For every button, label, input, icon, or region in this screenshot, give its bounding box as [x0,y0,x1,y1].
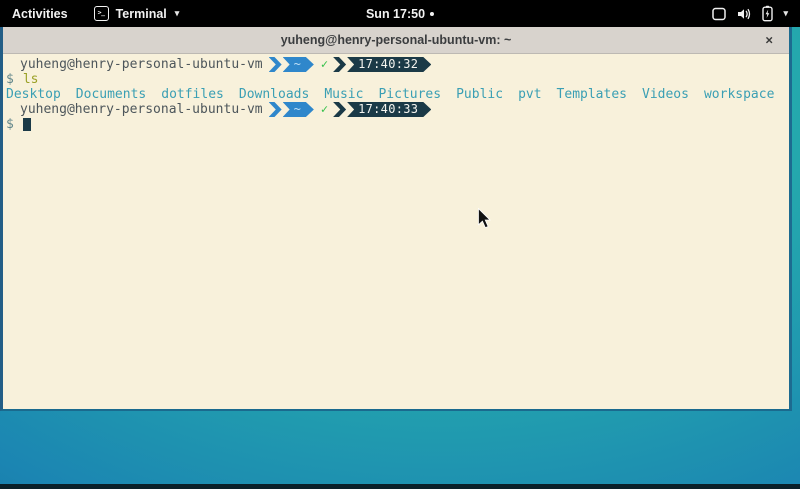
dir-entry: Music [324,87,363,102]
powerline-chevron-icon [333,57,346,72]
dir-entry: Downloads [239,87,309,102]
time-label: 17:40:33 [358,102,418,117]
powerline-chevron-icon [269,102,282,117]
cwd-segment: ~ [283,102,314,117]
terminal-content[interactable]: yuheng@henry-personal-ubuntu-vm ~ ✓ 17:4… [3,54,789,408]
close-button[interactable]: × [761,32,777,49]
terminal-icon-glyph: >_ [98,10,105,17]
dir-entry: Public [456,87,503,102]
battery-charging-icon [761,5,774,22]
prompt-symbol: $ [6,117,14,132]
terminal-window: yuheng@henry-personal-ubuntu-vm: ~ × yuh… [0,27,792,411]
chevron-down-icon: ▾ [175,9,180,18]
system-status-area[interactable]: ▾ [705,0,794,27]
dir-entry: Desktop [6,87,61,102]
dir-entry: Documents [76,87,146,102]
window-titlebar[interactable]: yuheng@henry-personal-ubuntu-vm: ~ × [3,27,789,54]
ls-output-line: Desktop Documents dotfiles Downloads Mus… [6,87,789,102]
prompt-line-2: yuheng@henry-personal-ubuntu-vm ~ ✓ 17:4… [6,102,789,117]
clock-label: Sun 17:50 [366,7,425,21]
chevron-down-icon: ▾ [783,9,788,18]
dir-entry: Videos [642,87,689,102]
prompt-symbol: $ [6,72,14,87]
volume-icon [736,6,752,22]
cwd-segment: ~ [283,57,314,72]
terminal-app-icon: >_ [94,6,109,21]
status-check-icon: ✓ [321,102,328,117]
dir-entry: Templates [557,87,627,102]
powerline-chevron-icon [333,102,346,117]
window-title: yuheng@henry-personal-ubuntu-vm: ~ [281,33,512,47]
screen-bottom-edge [0,484,800,489]
dir-entry: workspace [704,87,774,102]
dir-entry: dotfiles [161,87,224,102]
status-check-icon: ✓ [321,57,328,72]
activities-button[interactable]: Activities [6,0,74,27]
dir-entry: Pictures [378,87,441,102]
notification-dot-icon [430,12,434,16]
input-line[interactable]: $ [6,117,789,132]
time-badge: 17:40:33 [347,102,431,117]
prompt-user-host: yuheng@henry-personal-ubuntu-vm [20,57,263,72]
app-menu-label: Terminal [116,7,167,21]
dir-entry: pvt [518,87,541,102]
prompt-user-host: yuheng@henry-personal-ubuntu-vm [20,102,263,117]
time-badge: 17:40:32 [347,57,431,72]
cwd-label: ~ [294,57,301,72]
clock-button[interactable]: Sun 17:50 [360,0,440,27]
cwd-label: ~ [294,102,301,117]
mouse-pointer [477,208,491,229]
time-label: 17:40:32 [358,57,418,72]
screen-icon [711,6,727,22]
powerline-chevron-icon [269,57,282,72]
top-bar: Activities >_ Terminal ▾ Sun 17:50 ▾ [0,0,800,27]
typed-command: ls [23,72,39,87]
command-line: $ ls [6,72,789,87]
app-menu-button[interactable]: >_ Terminal ▾ [88,0,186,27]
text-cursor [23,118,31,131]
prompt-line-1: yuheng@henry-personal-ubuntu-vm ~ ✓ 17:4… [6,57,789,72]
